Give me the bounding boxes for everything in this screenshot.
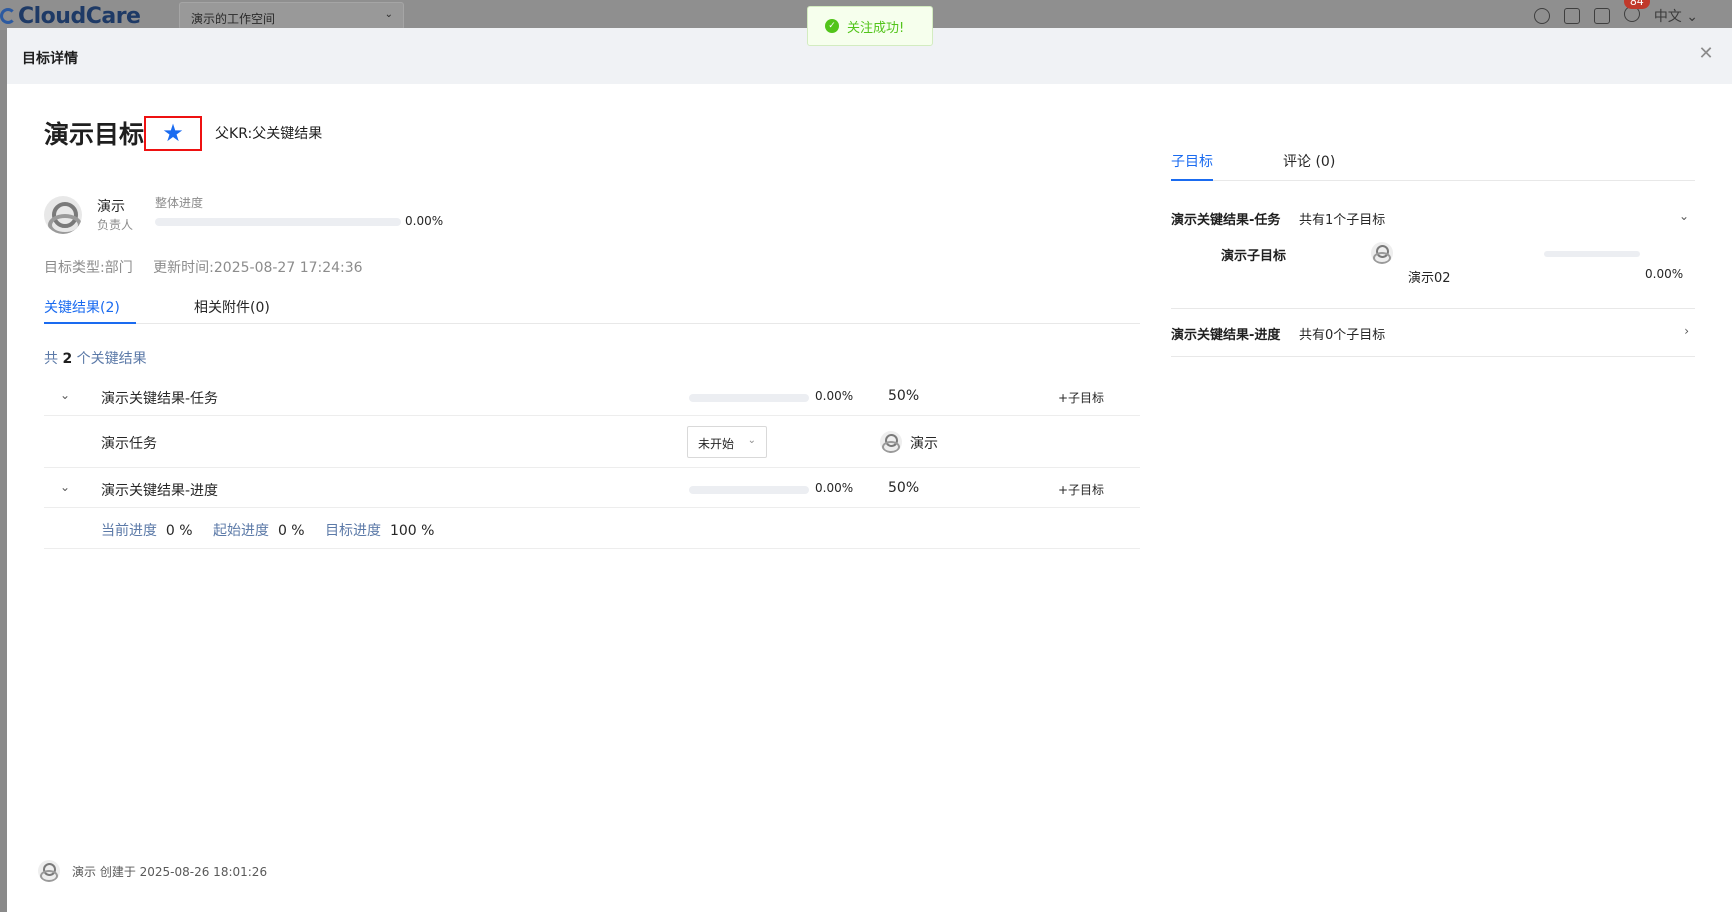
key-result-name[interactable]: 演示关键结果-进度 xyxy=(101,480,218,500)
header-actions: 84 中文 ⌄ xyxy=(1533,0,1698,26)
toast-message: 关注成功! xyxy=(847,20,905,36)
notification-badge: 84 xyxy=(1623,0,1650,9)
language-select[interactable]: 中文 ⌄ xyxy=(1654,6,1698,26)
creator-info: 演示 创建于 2025-08-26 18:01:26 xyxy=(38,860,267,882)
start-progress-value: 0 % xyxy=(277,523,305,539)
subgoal-group-title: 演示关键结果-进度 xyxy=(1171,328,1281,343)
target-progress-value: 100 % xyxy=(389,523,435,539)
subgoal-name: 演示子目标 xyxy=(1221,249,1287,264)
success-toast: ✓ 关注成功! xyxy=(807,6,933,46)
key-result-progress: 0.00% xyxy=(815,389,854,403)
key-result-row: ⌄ 演示关键结果-任务 0.00% 50% +子目标 xyxy=(44,376,1140,416)
tab-subgoals[interactable]: 子目标 xyxy=(1171,151,1213,171)
key-results-table: ⌄ 演示关键结果-任务 0.00% 50% +子目标 演示任务 未开始 ⌄ 演示… xyxy=(44,376,1140,549)
detail-tabs: 关键结果(2) 相关附件(0) xyxy=(44,288,1140,324)
clipboard-icon[interactable] xyxy=(1593,8,1610,24)
avatar xyxy=(38,860,60,882)
workspace-label: 演示的工作空间 xyxy=(191,12,276,26)
current-progress-label: 当前进度 xyxy=(101,523,157,539)
task-status-value: 未开始 xyxy=(698,437,735,451)
subgoal-progress: 0.00% xyxy=(1645,267,1684,281)
updated-time: 更新时间:2025-08-27 17:24:36 xyxy=(153,260,363,276)
progress-detail: 当前进度 0 % 起始进度 0 % 目标进度 100 % xyxy=(101,520,450,540)
current-progress-value: 0 % xyxy=(165,523,193,539)
tab-comments[interactable]: 评论 (0) xyxy=(1283,151,1335,171)
task-owner: 演示 xyxy=(910,436,938,452)
kr-count: 共 2 个关键结果 xyxy=(44,348,147,368)
refresh-icon[interactable] xyxy=(1533,8,1550,24)
goal-meta: 目标类型:部门 更新时间:2025-08-27 17:24:36 xyxy=(44,257,379,277)
side-tabs: 子目标 评论 (0) xyxy=(1171,84,1695,181)
kr-count-suffix: 个关键结果 xyxy=(72,351,147,367)
key-result-name[interactable]: 演示关键结果-任务 xyxy=(101,388,218,408)
overall-progress-value: 0.00% xyxy=(405,214,444,228)
chevron-down-icon[interactable]: ⌄ xyxy=(1679,209,1689,223)
owner-progress-row: 演示 负责人 整体进度 0.00% xyxy=(44,194,464,234)
subgoal-group-title: 演示关键结果-任务 xyxy=(1171,213,1281,228)
subgoal-group-count: 共有1个子目标 xyxy=(1299,213,1386,228)
chevron-down-icon[interactable]: ⌄ xyxy=(60,388,70,402)
goal-detail-drawer: 目标详情 ✕ 演示目标 ★ 父KR:父关键结果 演示 负责人 整体进度 0.00… xyxy=(7,28,1732,912)
active-tab-indicator xyxy=(44,322,136,324)
target-progress-label: 目标进度 xyxy=(325,523,382,539)
cloudcare-logo-icon xyxy=(0,8,16,24)
chevron-right-icon[interactable]: › xyxy=(1684,324,1689,338)
key-result-weight: 50% xyxy=(888,388,920,404)
follow-button[interactable]: ★ xyxy=(144,115,203,151)
task-status-select[interactable]: 未开始 ⌄ xyxy=(687,426,767,458)
key-result-progress-bar xyxy=(689,394,809,402)
start-progress-label: 起始进度 xyxy=(213,523,270,539)
notification-button[interactable]: 84 xyxy=(1623,0,1650,26)
overall-progress-label: 整体进度 xyxy=(155,196,204,210)
task-name[interactable]: 演示任务 xyxy=(101,433,157,453)
creator-text: 演示 创建于 2025-08-26 18:01:26 xyxy=(72,864,268,879)
subgoal-group-count: 共有0个子目标 xyxy=(1299,328,1386,343)
avatar xyxy=(44,196,82,234)
background-sidebar xyxy=(0,30,7,912)
key-result-weight: 50% xyxy=(888,480,920,496)
goal-title-row: 演示目标 ★ 父KR:父关键结果 xyxy=(44,115,322,151)
subgoal-progress-bar xyxy=(1544,251,1640,257)
workspace-select[interactable]: 演示的工作空间 ⌄ xyxy=(179,2,404,30)
close-icon[interactable]: ✕ xyxy=(1694,42,1718,66)
active-tab-indicator xyxy=(1171,179,1213,181)
app-logo: CloudCare xyxy=(0,4,141,29)
owner-role: 负责人 xyxy=(97,218,134,232)
chevron-down-icon[interactable]: ⌄ xyxy=(60,480,70,494)
divider xyxy=(1171,356,1695,357)
avatar xyxy=(1371,242,1393,264)
goal-title: 演示目标 xyxy=(44,120,145,149)
progress-detail-row: 当前进度 0 % 起始进度 0 % 目标进度 100 % xyxy=(44,508,1140,549)
star-icon: ★ xyxy=(162,119,184,147)
tab-attachments[interactable]: 相关附件(0) xyxy=(194,297,270,317)
subgoal-item[interactable]: 演示子目标 演示02 0.00% xyxy=(1171,242,1695,286)
task-row: 演示任务 未开始 ⌄ 演示 xyxy=(44,416,1140,468)
add-subgoal-button[interactable]: +子目标 xyxy=(1058,389,1104,406)
subgoal-owner: 演示02 xyxy=(1408,271,1451,286)
drawer-title: 目标详情 xyxy=(22,51,78,67)
goal-type: 目标类型:部门 xyxy=(44,260,133,276)
key-result-progress-bar xyxy=(689,486,809,494)
key-result-row: ⌄ 演示关键结果-进度 0.00% 50% +子目标 xyxy=(44,468,1140,508)
check-circle-icon: ✓ xyxy=(825,19,839,33)
divider xyxy=(1171,308,1695,309)
language-label: 中文 xyxy=(1653,9,1682,25)
overall-progress-bar xyxy=(155,218,401,226)
key-result-progress: 0.00% xyxy=(815,481,854,495)
add-subgoal-button[interactable]: +子目标 xyxy=(1058,481,1104,498)
app-logo-text: CloudCare xyxy=(18,4,141,29)
chevron-down-icon: ⌄ xyxy=(747,435,756,446)
kr-count-prefix: 共 xyxy=(44,351,63,367)
parent-kr-label[interactable]: 父KR:父关键结果 xyxy=(215,123,322,143)
kr-count-number: 2 xyxy=(62,351,73,367)
document-icon[interactable] xyxy=(1563,8,1580,24)
chevron-down-icon: ⌄ xyxy=(384,9,393,20)
tab-key-results[interactable]: 关键结果(2) xyxy=(44,297,120,317)
owner-name: 演示 xyxy=(97,199,125,215)
avatar xyxy=(880,431,902,453)
